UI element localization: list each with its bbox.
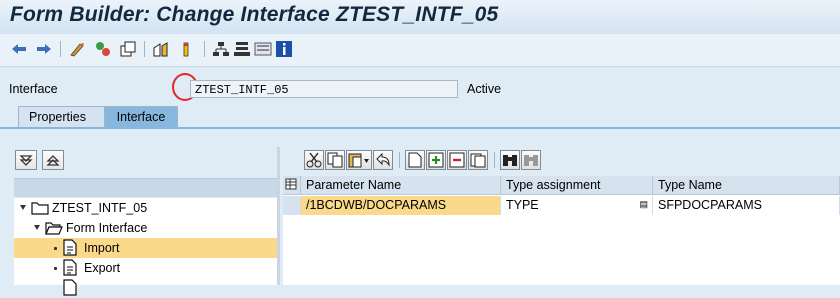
interface-name-field[interactable]: ZTEST_INTF_05	[190, 80, 458, 98]
collapse-subtree-icon	[46, 155, 60, 166]
append-row-button[interactable]	[426, 150, 446, 170]
binoculars-icon	[503, 155, 517, 166]
other-object-icon[interactable]	[68, 40, 86, 58]
tree-node-more[interactable]	[14, 278, 277, 298]
hierarchy-icon[interactable]	[233, 40, 251, 58]
row-selector[interactable]	[283, 196, 301, 215]
display-change-icon[interactable]	[94, 40, 112, 58]
tree-toolbar	[15, 150, 69, 170]
tree-node-import[interactable]: Import	[14, 238, 277, 258]
folder-open-icon	[45, 222, 63, 235]
parameter-grid: Parameter Name Type assignment Type Name…	[283, 176, 840, 285]
expand-all-button[interactable]	[15, 150, 37, 170]
title-bar: Form Builder: Change Interface ZTEST_INT…	[0, 0, 840, 34]
duplicate-row-button[interactable]	[468, 150, 488, 170]
collapse-all-button[interactable]	[42, 150, 64, 170]
paste-button[interactable]	[346, 150, 372, 170]
duplicate-icon	[470, 153, 486, 168]
paste-icon	[348, 153, 369, 168]
document-icon	[63, 239, 77, 256]
toolbar-separator	[144, 41, 145, 57]
add-row-icon	[428, 152, 444, 168]
window-title: Form Builder: Change Interface ZTEST_INT…	[10, 3, 499, 26]
test-icon[interactable]	[152, 40, 170, 58]
interface-status: Active	[467, 82, 502, 96]
grid-toolbar	[300, 150, 600, 172]
cell-parameter-name[interactable]: /1BCDWB/DOCPARAMS	[301, 196, 501, 215]
find-next-icon	[524, 155, 538, 166]
toolbar-separator	[399, 152, 400, 168]
select-all-corner[interactable]	[283, 176, 301, 195]
tree-node-label: Export	[84, 261, 121, 275]
toolbar-separator	[60, 41, 61, 57]
interface-tree: ZTEST_INTF_05 Form Interface Import Expo…	[14, 198, 277, 296]
tree-node-root[interactable]: ZTEST_INTF_05	[14, 198, 277, 218]
insert-row-button[interactable]	[405, 150, 425, 170]
tree-header	[14, 178, 277, 197]
activate-icon[interactable]	[119, 40, 137, 58]
expand-subtree-icon	[19, 155, 33, 166]
tree-node-export[interactable]: Export	[14, 258, 277, 278]
find-button[interactable]	[500, 150, 520, 170]
where-used-icon[interactable]	[212, 40, 230, 58]
undo-icon	[376, 152, 390, 167]
tab-interface[interactable]: Interface	[104, 106, 178, 128]
copy-button[interactable]	[325, 150, 345, 170]
back-icon[interactable]	[10, 40, 28, 58]
expand-arrow-icon[interactable]	[34, 225, 40, 230]
column-header-type-assignment[interactable]: Type assignment	[501, 176, 653, 195]
table-select-icon	[285, 178, 297, 190]
tree-node-label: ZTEST_INTF_05	[52, 201, 148, 215]
cut-icon	[306, 152, 322, 168]
interface-label: Interface	[9, 82, 58, 96]
document-icon	[63, 279, 77, 296]
cut-button[interactable]	[304, 150, 324, 170]
folder-icon	[31, 202, 49, 215]
delete-row-icon	[449, 152, 465, 168]
tree-node-label: Import	[84, 241, 120, 255]
undo-button[interactable]	[373, 150, 393, 170]
toolbar-separator	[204, 41, 205, 57]
cell-type-assignment[interactable]: TYPE ▤	[501, 196, 653, 215]
find-next-button[interactable]	[521, 150, 541, 170]
tree-node-label: Form Interface	[66, 221, 148, 235]
splitter[interactable]	[277, 147, 280, 285]
delete-row-button[interactable]	[447, 150, 467, 170]
check-icon[interactable]	[177, 40, 195, 58]
tree-bullet-icon	[54, 247, 57, 250]
cell-type-name[interactable]: SFPDOCPARAMS	[653, 196, 840, 215]
forward-icon[interactable]	[35, 40, 53, 58]
layout-icon[interactable]	[254, 40, 272, 58]
column-header-type-name[interactable]: Type Name	[653, 176, 840, 195]
expand-arrow-icon[interactable]	[20, 205, 26, 210]
column-header-parameter-name[interactable]: Parameter Name	[301, 176, 501, 195]
new-document-icon	[408, 152, 422, 168]
toolbar-separator	[494, 152, 495, 168]
dropdown-icon[interactable]: ▤	[639, 199, 648, 210]
tab-properties[interactable]: Properties	[18, 106, 108, 128]
info-icon[interactable]	[275, 40, 293, 58]
copy-icon	[327, 152, 343, 168]
cell-type-assignment-value: TYPE	[506, 198, 539, 212]
document-icon	[63, 259, 77, 276]
application-toolbar	[0, 34, 840, 101]
tree-bullet-icon	[54, 267, 57, 270]
tree-node-form-interface[interactable]: Form Interface	[14, 218, 277, 238]
